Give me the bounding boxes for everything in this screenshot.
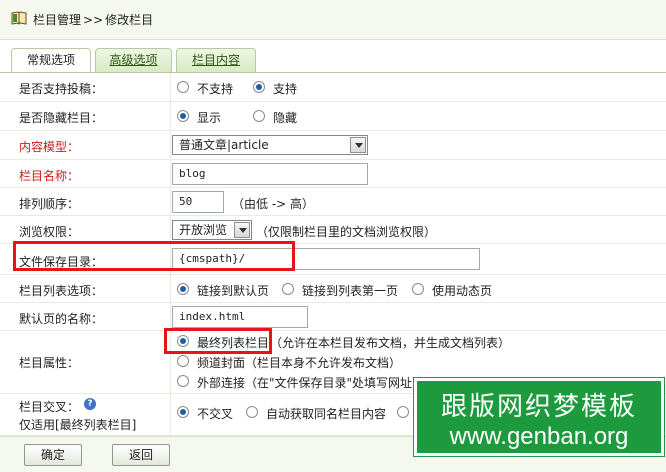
radio-list-dynamic[interactable] bbox=[412, 283, 424, 295]
watermark-url: www.genban.org bbox=[449, 423, 629, 450]
radio-tougao-yes[interactable] bbox=[253, 81, 265, 93]
label-model: 内容模型： bbox=[19, 140, 80, 154]
sort-order-input[interactable]: 50 bbox=[172, 191, 224, 213]
radio-cross-none[interactable] bbox=[177, 406, 189, 418]
cell-tougao bbox=[170, 73, 666, 101]
row-listopt: 栏目列表选项： 链接到默认页 链接到列表第一页 使用动态页 bbox=[0, 275, 666, 303]
label-defpage: 默认页的名称： bbox=[19, 312, 104, 326]
help-icon[interactable]: ? bbox=[84, 398, 96, 410]
radio-list-first-label: 链接到列表第一页 bbox=[302, 284, 399, 298]
radio-cross-auto-label: 自动获取同名栏目内容 bbox=[266, 407, 387, 421]
label-listopt: 栏目列表选项： bbox=[19, 284, 104, 298]
row-order: 排列顺序： 50 （由低 -> 高） bbox=[0, 188, 666, 216]
tab-advanced[interactable]: 高级选项 bbox=[95, 48, 172, 72]
radio-cross-none-label: 不交叉 bbox=[197, 407, 234, 421]
radio-cross-auto[interactable] bbox=[246, 406, 258, 418]
radio-tougao-yes-label: 支持 bbox=[273, 82, 298, 96]
label-cross-scope: 仅适用[最终列表栏目] bbox=[19, 418, 137, 432]
book-icon bbox=[11, 11, 27, 25]
sort-order-hint: （由低 -> 高） bbox=[232, 197, 315, 211]
row-tougao: 是否支持投稿： 不支持 支持 bbox=[0, 73, 666, 102]
breadcrumb-current: 修改栏目 bbox=[105, 13, 154, 27]
radio-tougao-no[interactable] bbox=[177, 81, 189, 93]
tab-general-label: 常规选项 bbox=[26, 53, 75, 67]
radio-hidden-hide-label: 隐藏 bbox=[273, 111, 298, 125]
browse-permission-hint: （仅限制栏目里的文档浏览权限） bbox=[256, 225, 437, 239]
tab-content-label: 栏目内容 bbox=[191, 53, 240, 67]
top-bar: 栏目管理 >> 修改栏目 bbox=[0, 0, 666, 40]
watermark: 跟版网织梦模板 www.genban.org bbox=[414, 378, 664, 456]
back-button[interactable]: 返回 bbox=[112, 444, 170, 466]
breadcrumb: 栏目管理 >> 修改栏目 bbox=[33, 11, 153, 28]
radio-list-dynamic-label: 使用动态页 bbox=[432, 284, 493, 298]
tab-advanced-label: 高级选项 bbox=[109, 53, 158, 67]
radio-attr-channel-cover-label: 频道封面（栏目本身不允许发布文档） bbox=[197, 356, 402, 370]
label-name: 栏目名称： bbox=[19, 169, 80, 183]
breadcrumb-separator: >> bbox=[83, 13, 104, 27]
confirm-button[interactable]: 确定 bbox=[24, 444, 82, 466]
row-perm: 浏览权限： 开放浏览 （仅限制栏目里的文档浏览权限） bbox=[0, 216, 666, 244]
content-model-select[interactable]: 普通文章|article bbox=[172, 135, 368, 155]
content-model-value: 普通文章|article bbox=[179, 138, 269, 152]
highlight-box-final-list bbox=[164, 328, 272, 354]
breadcrumb-root[interactable]: 栏目管理 bbox=[33, 13, 81, 27]
tab-content[interactable]: 栏目内容 bbox=[176, 48, 256, 72]
browse-permission-value: 开放浏览 bbox=[179, 223, 228, 237]
radio-hidden-show-label: 显示 bbox=[197, 111, 222, 125]
chevron-down-icon[interactable] bbox=[234, 222, 250, 238]
radio-hidden-hide[interactable] bbox=[253, 110, 265, 122]
row-name: 栏目名称： blog bbox=[0, 160, 666, 188]
browse-permission-select[interactable]: 开放浏览 bbox=[172, 220, 252, 240]
tab-general[interactable]: 常规选项 bbox=[11, 48, 91, 72]
radio-attr-final-list-note: （允许在本栏目发布文档，并生成文档列表） bbox=[270, 336, 511, 350]
default-page-input[interactable]: index.html bbox=[172, 306, 308, 328]
label-cross: 栏目交叉： bbox=[19, 400, 80, 414]
radio-hidden-show[interactable] bbox=[177, 110, 189, 122]
category-name-input[interactable]: blog bbox=[172, 163, 368, 185]
label-order: 排列顺序： bbox=[19, 197, 80, 211]
row-hidden: 是否隐藏栏目： 显示 隐藏 bbox=[0, 102, 666, 131]
radio-cross-manual[interactable] bbox=[397, 406, 409, 418]
label-tougao: 是否支持投稿： bbox=[19, 82, 104, 96]
radio-attr-channel-cover[interactable] bbox=[177, 355, 189, 367]
radio-attr-external-link[interactable] bbox=[177, 375, 189, 387]
radio-tougao-no-label: 不支持 bbox=[197, 82, 234, 96]
row-defpage: 默认页的名称： index.html bbox=[0, 303, 666, 331]
chevron-down-icon[interactable] bbox=[350, 137, 366, 153]
radio-list-default-label: 链接到默认页 bbox=[197, 284, 270, 298]
highlight-box-directory bbox=[13, 241, 295, 271]
label-perm: 浏览权限： bbox=[19, 225, 80, 239]
row-model: 内容模型： 普通文章|article bbox=[0, 131, 666, 160]
cell-hidden bbox=[170, 102, 666, 130]
radio-attr-external-link-label: 外部连接（在"文件保存目录"处填写网址） bbox=[197, 376, 425, 390]
label-hidden: 是否隐藏栏目： bbox=[19, 111, 104, 125]
radio-list-first[interactable] bbox=[282, 283, 294, 295]
radio-list-default[interactable] bbox=[177, 283, 189, 295]
watermark-title: 跟版网织梦模板 bbox=[440, 392, 637, 422]
label-attr: 栏目属性： bbox=[19, 356, 80, 370]
